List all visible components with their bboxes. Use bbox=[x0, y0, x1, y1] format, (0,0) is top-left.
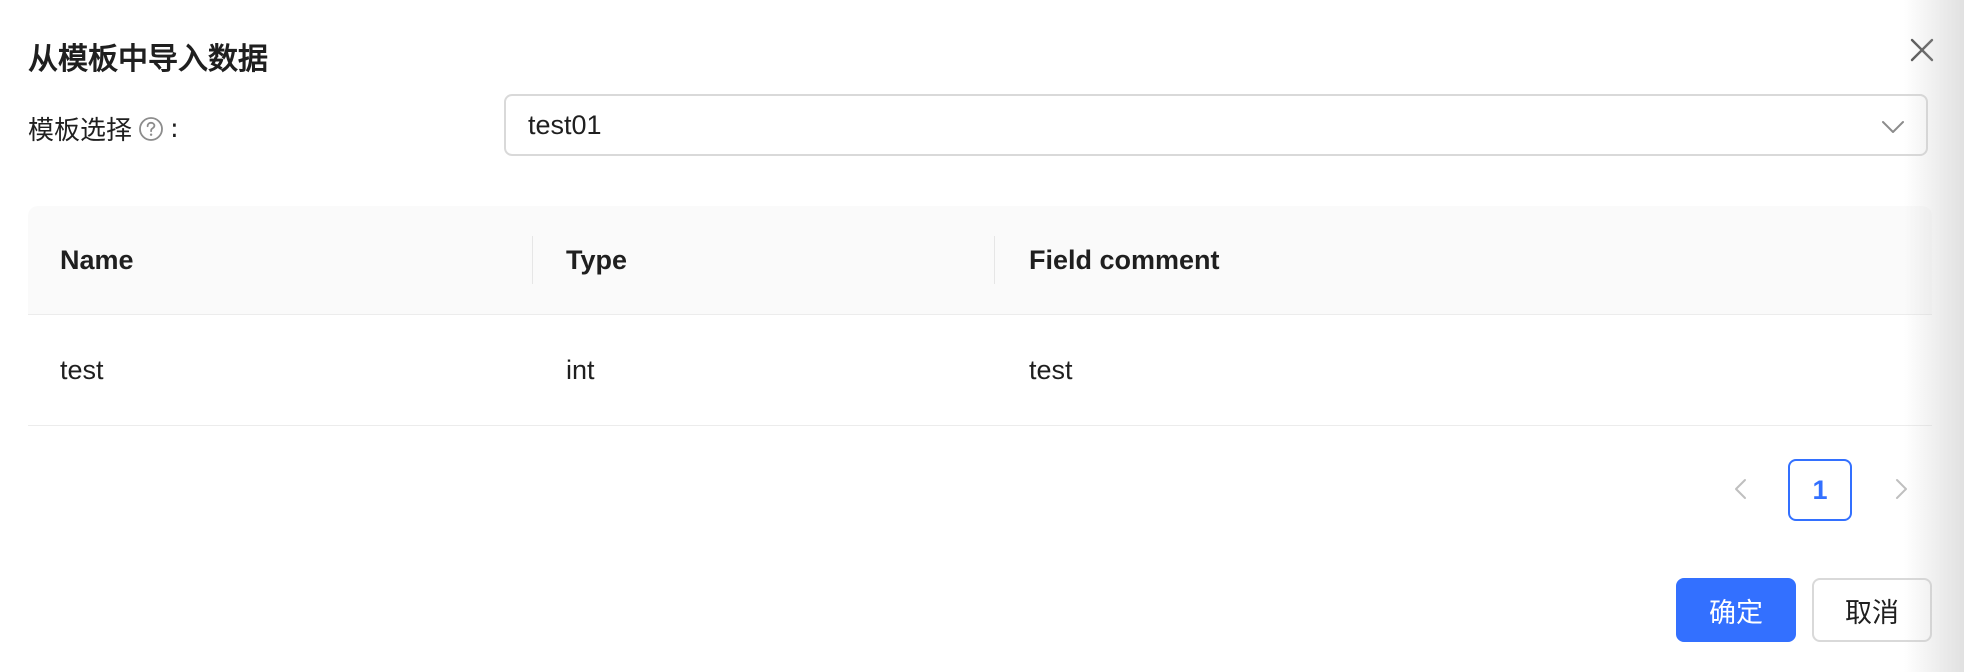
table-row: test int test bbox=[28, 315, 1932, 426]
template-label-text: 模板选择 bbox=[28, 116, 133, 146]
column-divider bbox=[532, 236, 533, 284]
column-divider bbox=[994, 236, 995, 284]
confirm-button[interactable]: 确定 bbox=[1676, 578, 1796, 642]
chevron-down-icon bbox=[1882, 121, 1904, 133]
dialog-title: 从模板中导入数据 bbox=[28, 42, 268, 77]
column-header-type: Type bbox=[566, 244, 628, 275]
chevron-right-icon[interactable] bbox=[1886, 474, 1916, 504]
cell-name: test bbox=[60, 354, 104, 385]
template-select-label: 模板选择 : bbox=[28, 110, 179, 147]
fields-table: Name Type Field comment test int test bbox=[28, 206, 1932, 426]
template-select[interactable]: test01 bbox=[504, 94, 1928, 156]
chevron-left-icon[interactable] bbox=[1726, 474, 1756, 504]
table-header: Name Type Field comment bbox=[28, 206, 1932, 315]
label-colon: : bbox=[170, 113, 179, 144]
pagination-page-1[interactable]: 1 bbox=[1788, 459, 1852, 521]
column-header-name: Name bbox=[60, 244, 134, 275]
cell-type: int bbox=[566, 354, 595, 385]
question-circle-icon[interactable] bbox=[138, 116, 164, 142]
close-icon[interactable] bbox=[1904, 32, 1940, 68]
pagination-next-button[interactable] bbox=[1886, 474, 1916, 504]
template-select-value: test01 bbox=[528, 109, 602, 140]
column-header-field-comment: Field comment bbox=[1029, 244, 1220, 275]
pagination-prev-button[interactable] bbox=[1726, 474, 1756, 504]
close-button[interactable] bbox=[1904, 32, 1940, 68]
import-from-template-dialog: 从模板中导入数据 模板选择 : test01 Name Type Field c… bbox=[0, 0, 1964, 672]
cell-field-comment: test bbox=[1029, 354, 1073, 385]
cancel-button[interactable]: 取消 bbox=[1812, 578, 1932, 642]
